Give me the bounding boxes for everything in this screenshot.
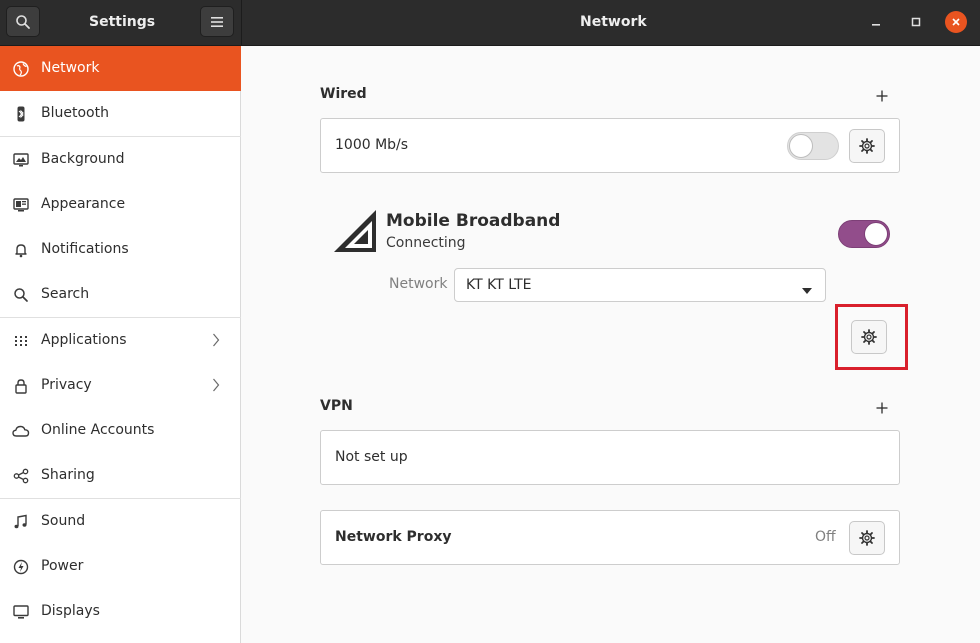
search-icon (12, 286, 30, 304)
wired-settings-button[interactable] (849, 129, 885, 163)
hamburger-menu-icon (211, 16, 223, 27)
sidebar-item-online-accounts[interactable]: Online Accounts (0, 408, 241, 453)
sidebar-item-bluetooth[interactable]: Bluetooth (0, 91, 241, 136)
sidebar-item-label: Online Accounts (41, 422, 155, 438)
network-label: Network (389, 276, 448, 292)
network-select[interactable]: KT KT LTE (454, 268, 826, 302)
mobile-broadband-title: Mobile Broadband (386, 211, 561, 231)
header-bar: Settings Network (0, 0, 980, 46)
grid-icon (12, 332, 30, 350)
sidebar-item-label: Background (41, 151, 125, 167)
mobile-signal-icon (332, 208, 378, 258)
wired-speed: 1000 Mb/s (335, 137, 409, 153)
sidebar-item-power[interactable]: Power (0, 544, 241, 589)
close-icon (952, 18, 960, 26)
vpn-section-title: VPN (320, 398, 353, 414)
sidebar-item-network[interactable]: Network (0, 46, 241, 91)
minimize-icon (872, 24, 880, 26)
sidebar-item-search[interactable]: Search (0, 272, 241, 317)
add-vpn-button[interactable] (875, 401, 889, 415)
wired-section-title: Wired (320, 86, 367, 102)
sidebar: Network Bluetooth Background Appearance … (0, 46, 241, 643)
wired-connection-card: 1000 Mb/s (320, 118, 900, 173)
page-title: Network (580, 14, 647, 30)
header-divider (241, 0, 242, 46)
lock-icon (12, 377, 30, 395)
switch-knob (789, 134, 813, 158)
plus-icon (876, 90, 888, 102)
background-icon (12, 151, 30, 169)
sidebar-item-label: Search (41, 286, 90, 302)
network-proxy-label: Network Proxy (335, 529, 452, 545)
gear-icon (859, 138, 875, 154)
sidebar-item-applications[interactable]: Applications (0, 318, 241, 363)
share-icon (12, 467, 30, 485)
sidebar-item-sharing[interactable]: Sharing (0, 453, 241, 498)
chevron-right-icon (212, 333, 220, 351)
network-proxy-card[interactable]: Network Proxy Off (320, 510, 900, 565)
sidebar-item-label: Notifications (41, 241, 129, 257)
main-panel: Wired 1000 Mb/s Mobile Broadband Connect… (242, 46, 980, 643)
sidebar-item-background[interactable]: Background (0, 137, 241, 182)
sidebar-item-notifications[interactable]: Notifications (0, 227, 241, 272)
sidebar-item-label: Sound (41, 513, 86, 529)
highlight-box (835, 304, 908, 370)
bluetooth-icon (12, 105, 30, 123)
power-icon (12, 558, 30, 576)
wired-toggle[interactable] (787, 132, 839, 160)
sidebar-item-label: Power (41, 558, 84, 574)
vpn-empty-text: Not set up (335, 449, 408, 465)
sidebar-item-label: Applications (41, 332, 127, 348)
app-title: Settings (89, 14, 156, 30)
sidebar-item-sound[interactable]: Sound (0, 499, 241, 544)
plus-icon (876, 402, 888, 414)
music-note-icon (12, 513, 30, 531)
network-proxy-status: Off (815, 529, 836, 545)
mobile-status: Connecting (386, 235, 466, 251)
vpn-card: Not set up (320, 430, 900, 485)
display-icon (12, 603, 30, 621)
sidebar-item-label: Privacy (41, 377, 92, 393)
maximize-button[interactable] (905, 11, 927, 33)
maximize-icon (911, 17, 921, 27)
appearance-icon (12, 196, 30, 214)
network-icon (12, 60, 30, 78)
bell-icon (12, 241, 30, 259)
minimize-button[interactable] (865, 11, 887, 33)
sidebar-item-label: Displays (41, 603, 100, 619)
chevron-right-icon (212, 378, 220, 396)
network-select-value: KT KT LTE (466, 277, 532, 293)
sidebar-item-label: Appearance (41, 196, 126, 212)
add-wired-button[interactable] (875, 89, 889, 103)
menu-button[interactable] (200, 6, 234, 37)
cloud-icon (12, 422, 30, 440)
dropdown-arrow-icon (802, 282, 812, 298)
close-button[interactable] (945, 11, 967, 33)
sidebar-item-label: Bluetooth (41, 105, 109, 121)
search-icon (16, 14, 30, 29)
gear-icon (859, 530, 875, 546)
sidebar-item-label: Sharing (41, 467, 95, 483)
sidebar-item-appearance[interactable]: Appearance (0, 182, 241, 227)
mobile-broadband-toggle[interactable] (838, 220, 890, 248)
switch-knob (864, 222, 888, 246)
search-button[interactable] (6, 6, 40, 37)
network-proxy-settings-button[interactable] (849, 521, 885, 555)
sidebar-item-displays[interactable]: Displays (0, 589, 241, 634)
sidebar-item-privacy[interactable]: Privacy (0, 363, 241, 408)
sidebar-item-label: Network (41, 60, 100, 76)
